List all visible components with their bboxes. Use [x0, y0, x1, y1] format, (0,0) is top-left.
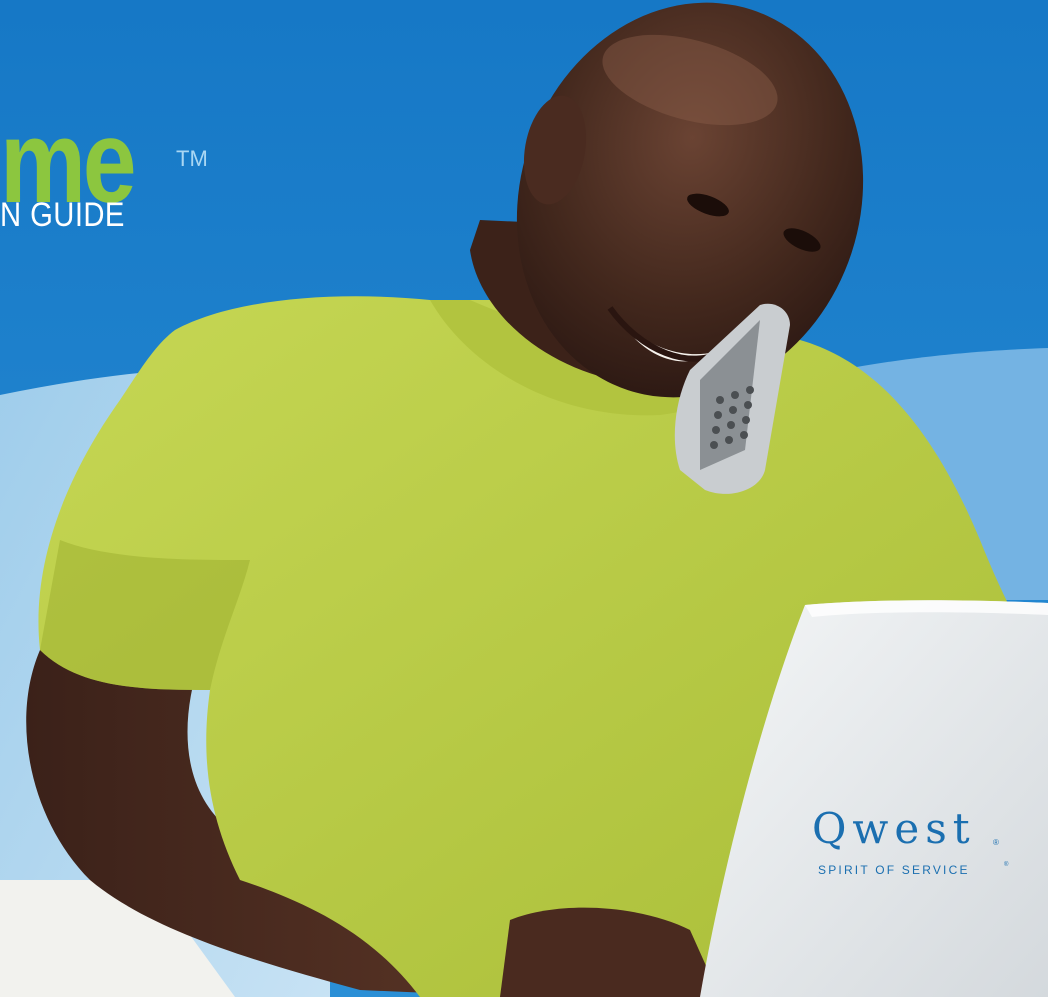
- registered-mark: ®: [993, 838, 999, 847]
- qwest-logo: Qwest: [812, 804, 976, 853]
- brand-tagline: SPIRIT OF SERVICE: [818, 863, 970, 877]
- trademark-symbol: TM: [176, 146, 208, 171]
- cover-subtitle: N GUIDE: [0, 196, 125, 234]
- tagline-registered-mark: ®: [1004, 862, 1009, 868]
